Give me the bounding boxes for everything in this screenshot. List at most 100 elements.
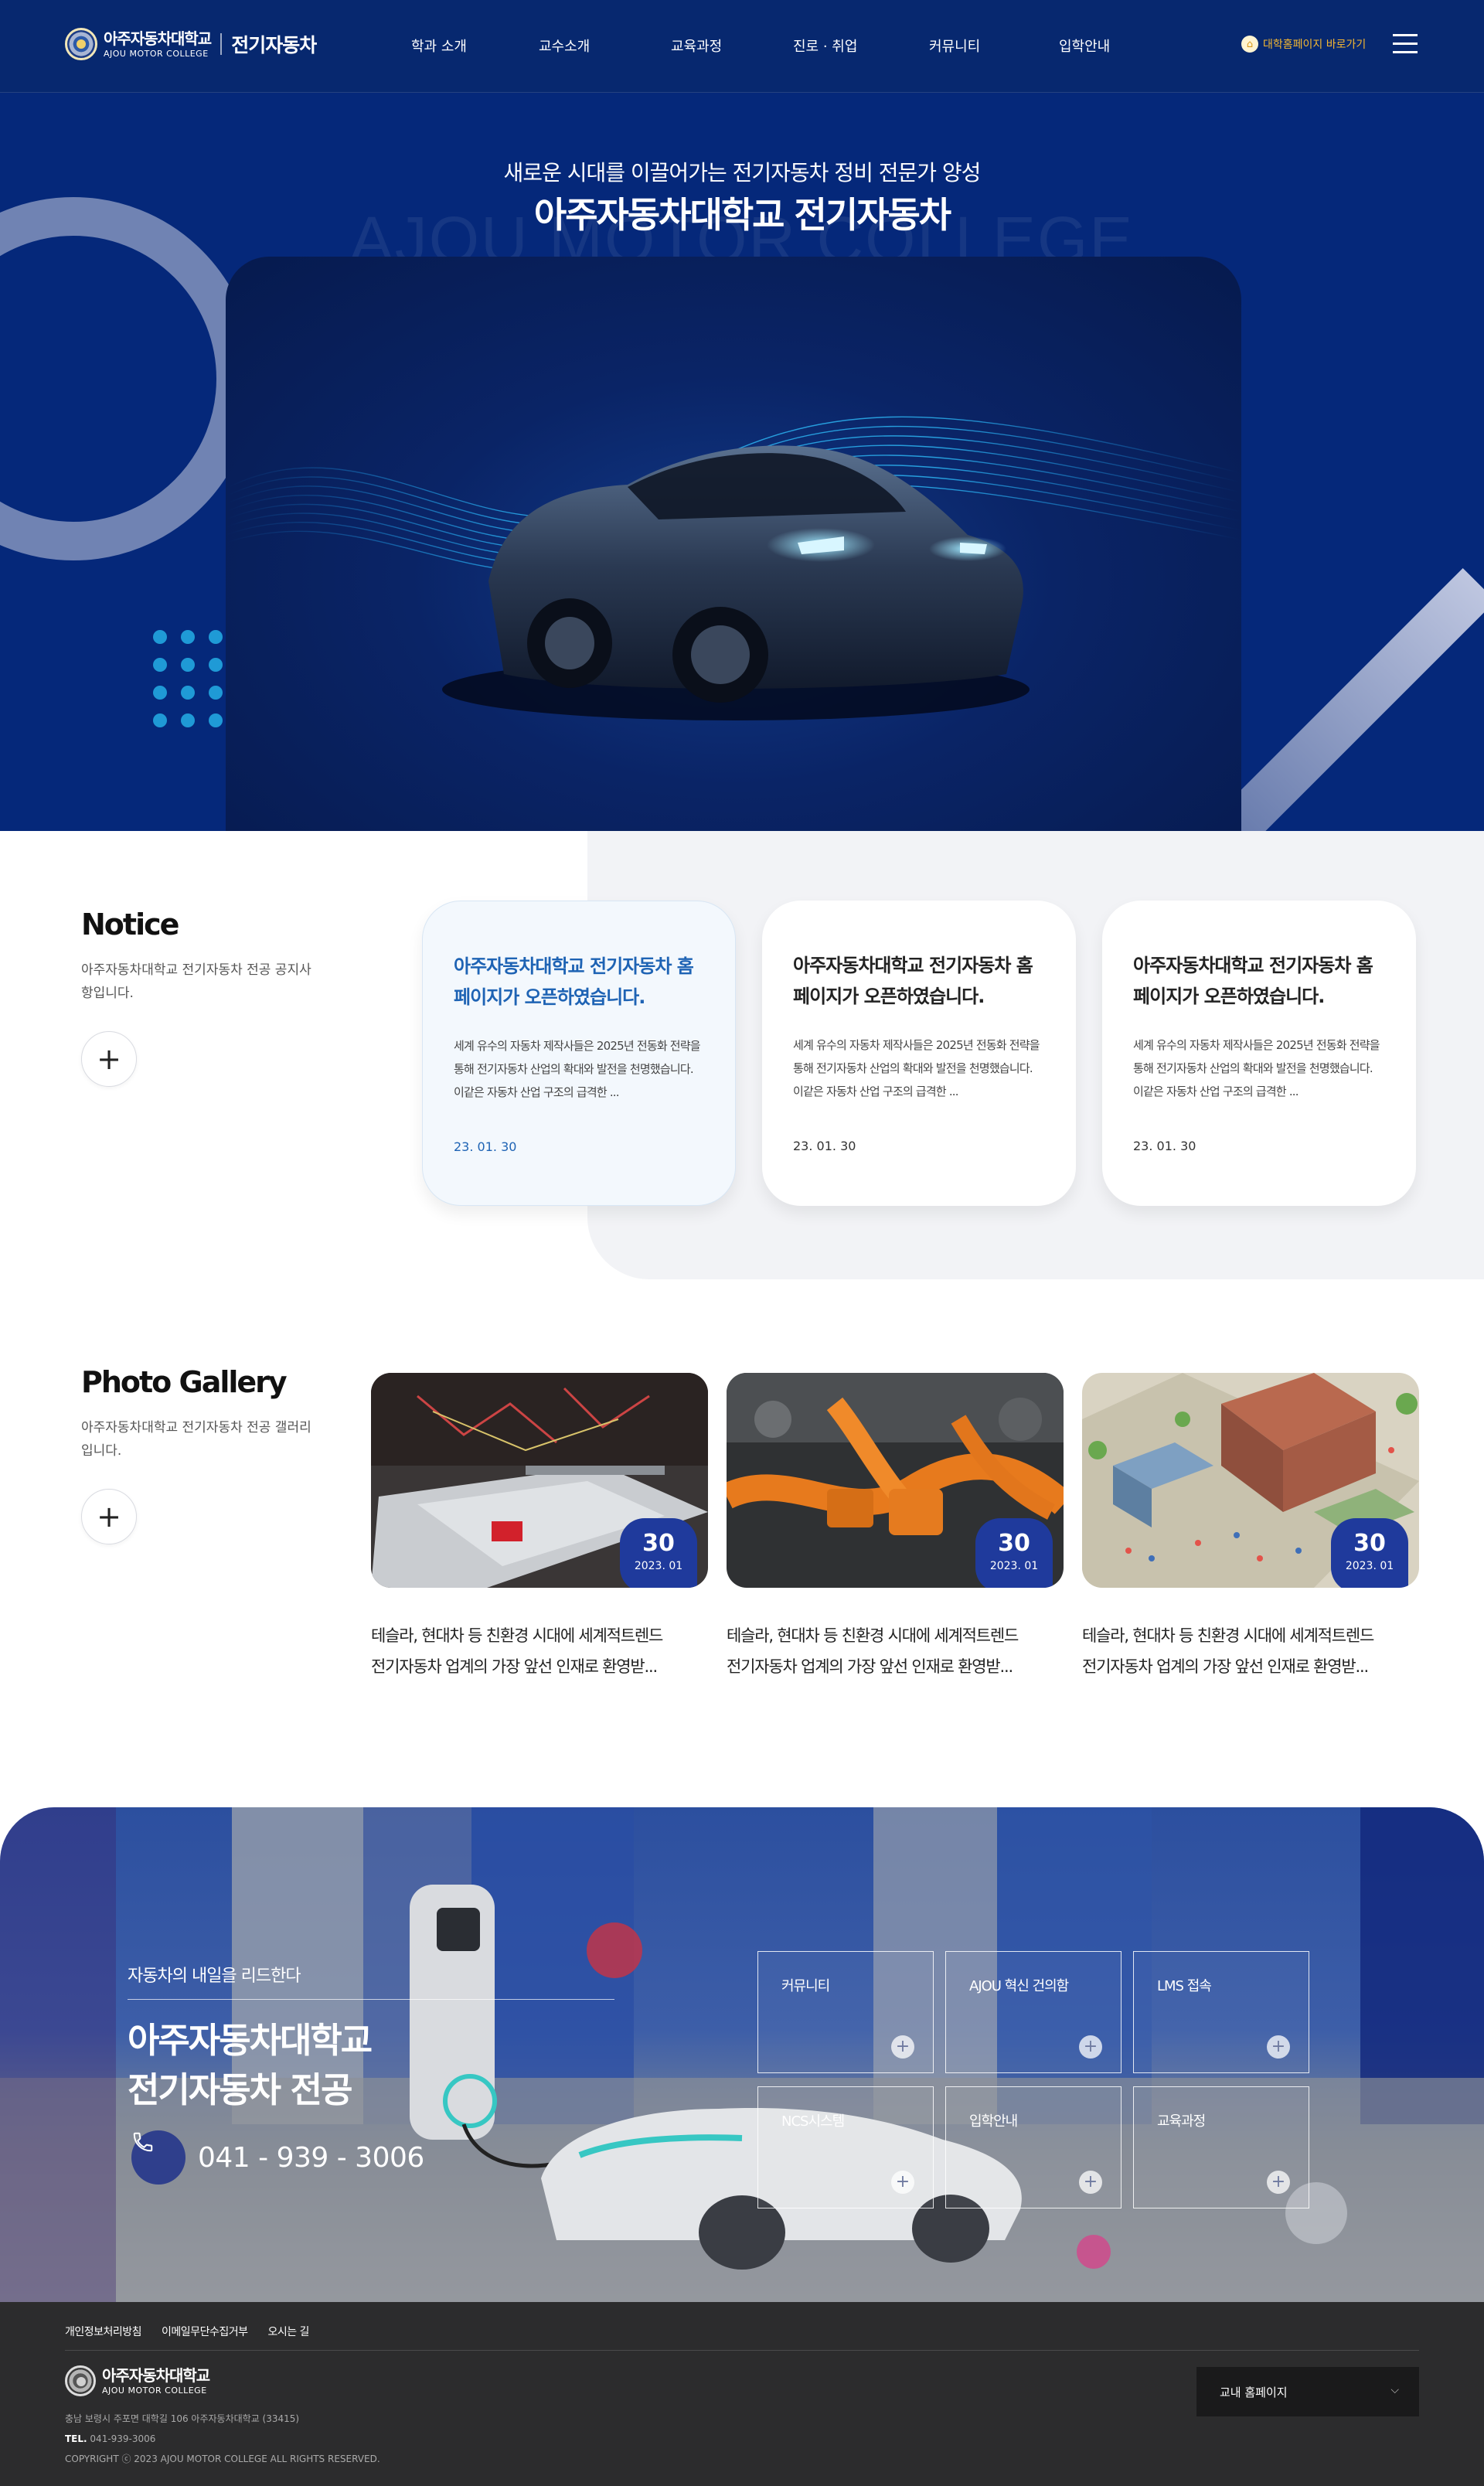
- nav-professors[interactable]: 교수소개: [539, 36, 590, 56]
- college-emblem-icon: [65, 2365, 96, 2396]
- hero-subtitle: 새로운 시대를 이끌어가는 전기자동차 정비 전문가 양성: [503, 160, 982, 186]
- notice-card-date: 23. 01. 30: [793, 1139, 856, 1153]
- quick-link-label: 입학안내: [969, 2113, 1018, 2130]
- quick-link-curriculum[interactable]: 교육과정 +: [1133, 2086, 1309, 2208]
- hero-banner: 새로운 시대를 이끌어가는 전기자동차 정비 전문가 양성 AJOU MOTOR…: [0, 93, 1484, 831]
- notice-card[interactable]: 아주자동차대학교 전기자동차 홈페이지가 오픈하였습니다. 세계 유수의 자동차…: [762, 901, 1076, 1206]
- phone-number: 041 - 939 - 3006: [198, 2141, 424, 2174]
- quick-link-label: NCS시스템: [781, 2113, 845, 2130]
- gallery-month: 2023. 01: [1345, 1560, 1394, 1572]
- gallery-month: 2023. 01: [634, 1560, 683, 1572]
- gallery-card[interactable]: 30 2023. 01 테슬라, 현대차 등 친환경 시대에 세계적트렌드 전기…: [727, 1373, 1064, 1682]
- nav-community[interactable]: 커뮤니티: [929, 36, 980, 56]
- home-icon: ⌂: [1241, 36, 1258, 53]
- gallery-card[interactable]: 30 2023. 01 테슬라, 현대차 등 친환경 시대에 세계적트렌드 전기…: [1082, 1373, 1419, 1682]
- notice-card[interactable]: 아주자동차대학교 전기자동차 홈페이지가 오픈하였습니다. 세계 유수의 자동차…: [422, 901, 736, 1206]
- nav-curriculum[interactable]: 교육과정: [671, 36, 722, 56]
- gallery-thumbnail: 30 2023. 01: [727, 1373, 1064, 1588]
- footer-address: 충남 보령시 주포면 대학길 106 아주자동차대학교 (33415): [65, 2413, 300, 2424]
- menu-icon[interactable]: [1393, 34, 1418, 56]
- nav-dept-intro[interactable]: 학과 소개: [411, 36, 467, 56]
- notice-card-title: 아주자동차대학교 전기자동차 홈페이지가 오픈하였습니다.: [1133, 955, 1373, 1007]
- banner-divider: [128, 1999, 614, 2000]
- quick-link-label: AJOU 혁신 건의함: [969, 1978, 1069, 1994]
- hero-slide-image: [226, 257, 1241, 831]
- gallery-card[interactable]: 30 2023. 01 테슬라, 현대차 등 친환경 시대에 세계적트렌드 전기…: [371, 1373, 708, 1682]
- department-name: 전기자동차: [231, 34, 317, 56]
- phone-icon: [131, 2130, 186, 2185]
- gallery-thumbnail: 30 2023. 01: [1082, 1373, 1419, 1588]
- plus-icon: +: [891, 2035, 914, 2059]
- quick-link-label: 커뮤니티: [781, 1978, 830, 1994]
- notice-card-text: 세계 유수의 자동차 제작사들은 2025년 전동화 전략을 통해 전기자동차 …: [454, 1039, 701, 1099]
- quick-link-ncs[interactable]: NCS시스템 +: [757, 2086, 934, 2208]
- banner-title-line2: 전기자동차 전공: [128, 2069, 352, 2110]
- banner-title: 아주자동차대학교 전기자동차 전공: [128, 2016, 373, 2115]
- footer-tel-label: TEL.: [65, 2433, 87, 2444]
- univ-link-label: 대학홈페이지 바로가기: [1263, 39, 1367, 51]
- privacy-policy-link[interactable]: 개인정보처리방침: [65, 2324, 142, 2339]
- quick-link-label: 교육과정: [1157, 2113, 1206, 2130]
- hero-title: 아주자동차대학교 전기자동차: [533, 194, 951, 236]
- gallery-date-badge: 30 2023. 01: [975, 1518, 1053, 1588]
- gallery-more-button[interactable]: +: [81, 1489, 137, 1544]
- gallery-day: 30: [1353, 1530, 1386, 1557]
- decorative-dots: [153, 630, 223, 727]
- footer-address-block: 충남 보령시 주포면 대학길 106 아주자동차대학교 (33415) TEL.…: [65, 2409, 380, 2469]
- gallery-day: 30: [642, 1530, 675, 1557]
- campus-site-select-value: 교내 홈페이지: [1220, 2386, 1288, 2399]
- site-header: 아주자동차대학교 AJOU MOTOR COLLEGE 전기자동차 학과 소개 …: [0, 0, 1484, 93]
- footer-logo-text: 아주자동차대학교 AJOU MOTOR COLLEGE: [102, 2365, 210, 2396]
- notice-card-text: 세계 유수의 자동차 제작사들은 2025년 전동화 전략을 통해 전기자동차 …: [1133, 1038, 1380, 1098]
- directions-link[interactable]: 오시는 길: [267, 2324, 309, 2339]
- notice-card-date: 23. 01. 30: [454, 1139, 517, 1154]
- notice-card-text: 세계 유수의 자동차 제작사들은 2025년 전동화 전략을 통해 전기자동차 …: [793, 1038, 1040, 1098]
- gallery-caption-line2: 전기자동차 업계의 가장 앞선 인재로 환영받...: [1082, 1657, 1369, 1676]
- quick-link-lms[interactable]: LMS 접속 +: [1133, 1951, 1309, 2073]
- quick-link-innovation[interactable]: AJOU 혁신 건의함 +: [945, 1951, 1122, 2073]
- gallery-caption-line1: 테슬라, 현대차 등 친환경 시대에 세계적트렌드: [371, 1626, 663, 1645]
- nav-career[interactable]: 진로 · 취업: [793, 36, 857, 56]
- quick-link-community[interactable]: 커뮤니티 +: [757, 1951, 934, 2073]
- email-policy-link[interactable]: 이메일무단수집거부: [162, 2324, 248, 2339]
- footer-tel: TEL. 041-939-3006: [65, 2429, 380, 2449]
- gallery-caption-line1: 테슬라, 현대차 등 친환경 시대에 세계적트렌드: [727, 1626, 1019, 1645]
- gallery-caption-line1: 테슬라, 현대차 등 친환경 시대에 세계적트렌드: [1082, 1626, 1374, 1645]
- footer-links: 개인정보처리방침 이메일무단수집거부 오시는 길: [65, 2324, 309, 2339]
- quick-link-label: LMS 접속: [1157, 1978, 1212, 1994]
- gallery-month: 2023. 01: [989, 1560, 1039, 1572]
- notice-card-title: 아주자동차대학교 전기자동차 홈페이지가 오픈하였습니다.: [454, 955, 694, 1008]
- quick-link-banner: 자동차의 내일을 리드한다 아주자동차대학교 전기자동차 전공 041 - 93…: [0, 1807, 1484, 2302]
- plus-icon: +: [1079, 2035, 1102, 2059]
- footer-divider: [65, 2350, 1419, 2351]
- notice-title: Notice: [81, 908, 179, 942]
- gallery-thumbnail: 30 2023. 01: [371, 1373, 708, 1588]
- notice-card[interactable]: 아주자동차대학교 전기자동차 홈페이지가 오픈하였습니다. 세계 유수의 자동차…: [1102, 901, 1416, 1206]
- plus-icon: +: [1267, 2171, 1290, 2194]
- gallery-caption-line2: 전기자동차 업계의 가장 앞선 인재로 환영받...: [371, 1657, 658, 1676]
- plus-icon: +: [891, 2171, 914, 2194]
- notice-card-title: 아주자동차대학교 전기자동차 홈페이지가 오픈하였습니다.: [793, 955, 1033, 1007]
- site-logo[interactable]: 아주자동차대학교 AJOU MOTOR COLLEGE 전기자동차: [65, 28, 317, 60]
- logo-english: AJOU MOTOR COLLEGE: [104, 48, 209, 59]
- footer-tel-number: 041-939-3006: [90, 2433, 156, 2444]
- university-homepage-link[interactable]: ⌂ 대학홈페이지 바로가기: [1241, 36, 1366, 53]
- plus-icon: +: [1079, 2171, 1102, 2194]
- notice-more-button[interactable]: +: [81, 1031, 137, 1087]
- chevron-down-icon: ⌵: [1390, 2384, 1399, 2396]
- gallery-date-badge: 30 2023. 01: [1331, 1518, 1408, 1588]
- gallery-desc: 아주자동차대학교 전기자동차 전공 갤러리 입니다.: [81, 1420, 311, 1459]
- nav-admission[interactable]: 입학안내: [1059, 36, 1110, 56]
- logo-korean: 아주자동차대학교: [104, 29, 212, 48]
- footer-logo-english: AJOU MOTOR COLLEGE: [102, 2385, 207, 2396]
- notice-card-date: 23. 01. 30: [1133, 1139, 1196, 1153]
- footer-logo-korean: 아주자동차대학교: [102, 2365, 210, 2385]
- college-emblem-icon: [65, 28, 97, 60]
- quick-link-admission[interactable]: 입학안내 +: [945, 2086, 1122, 2208]
- banner-tagline: 자동차의 내일을 리드한다: [128, 1967, 301, 1986]
- notice-desc: 아주자동차대학교 전기자동차 전공 공지사항입니다.: [81, 962, 311, 1001]
- gallery-date-badge: 30 2023. 01: [620, 1518, 697, 1588]
- contact-phone[interactable]: 041 - 939 - 3006: [131, 2130, 424, 2185]
- gallery-day: 30: [998, 1530, 1030, 1557]
- campus-site-select[interactable]: 교내 홈페이지 ⌵: [1196, 2367, 1419, 2416]
